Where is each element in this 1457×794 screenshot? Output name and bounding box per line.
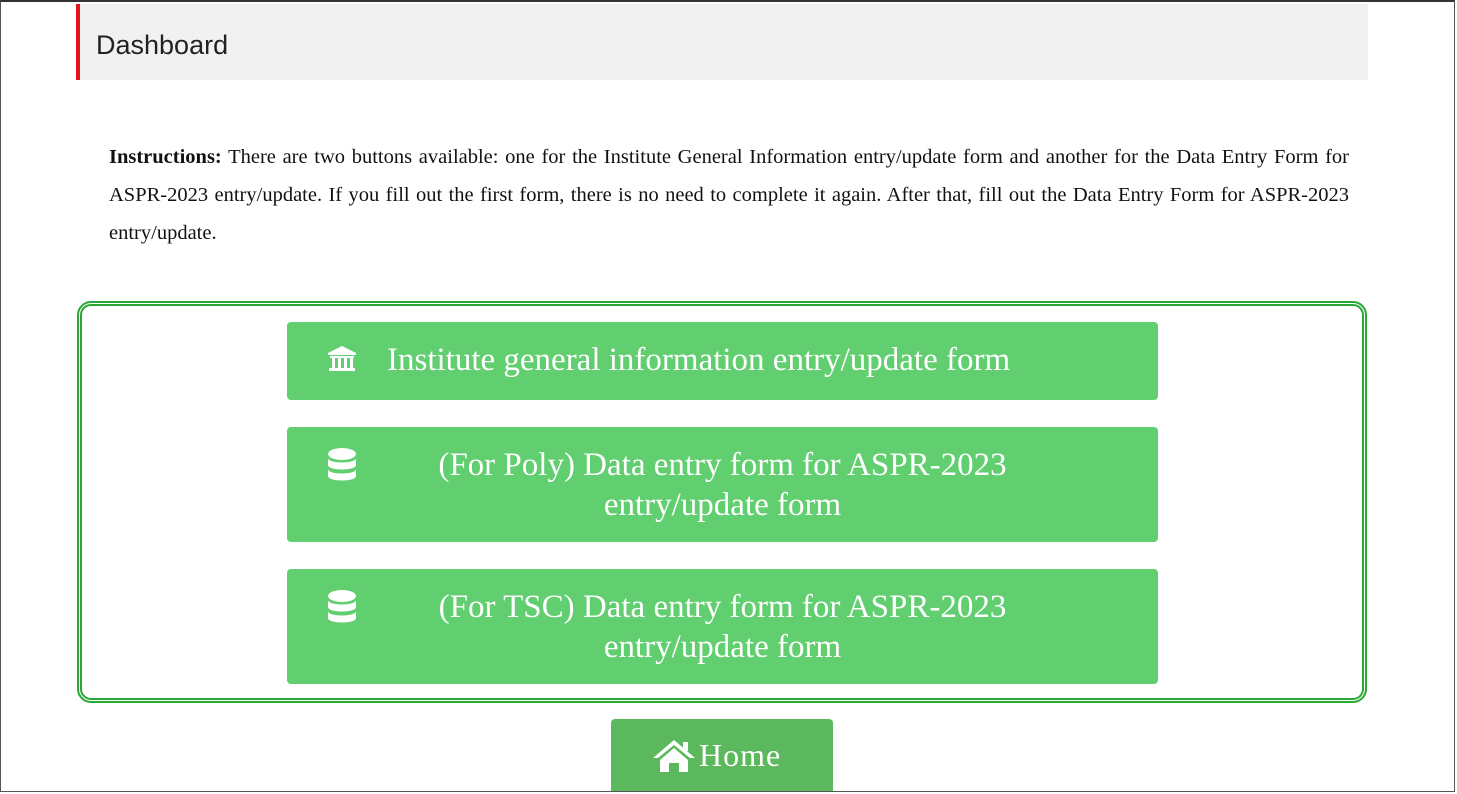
- instructions-text: Instructions: There are two buttons avai…: [109, 138, 1349, 252]
- button-label-line: entry/update form: [603, 629, 842, 665]
- home-button[interactable]: Home: [611, 719, 833, 791]
- page-title: Dashboard: [96, 30, 229, 60]
- home-icon: [653, 740, 695, 772]
- institute-info-form-button[interactable]: Institute general information entry/upda…: [287, 322, 1158, 400]
- institute-info-form-label: Institute general information entry/upda…: [387, 340, 1097, 380]
- button-label-line: (For TSC) Data entry form for ASPR-2023: [438, 589, 1007, 625]
- poly-data-entry-form-label: (For Poly) Data entry form for ASPR-2023…: [347, 445, 1098, 525]
- home-button-label: Home: [699, 737, 782, 773]
- button-label-line: (For Poly) Data entry form for ASPR-2023: [438, 447, 1007, 483]
- dashboard-header: Dashboard: [76, 4, 1368, 80]
- button-label-line: Institute general information entry/upda…: [387, 342, 1011, 378]
- tsc-data-entry-form-label: (For TSC) Data entry form for ASPR-2023 …: [347, 587, 1098, 667]
- instructions-label: Instructions:: [109, 146, 222, 168]
- button-label-line: entry/update form: [603, 487, 842, 523]
- institution-icon: [328, 346, 356, 371]
- page-frame: Dashboard Instructions: There are two bu…: [0, 0, 1455, 792]
- instructions-body: There are two buttons available: one for…: [109, 146, 1349, 244]
- tsc-data-entry-form-button[interactable]: (For TSC) Data entry form for ASPR-2023 …: [287, 569, 1158, 684]
- poly-data-entry-form-button[interactable]: (For Poly) Data entry form for ASPR-2023…: [287, 427, 1158, 542]
